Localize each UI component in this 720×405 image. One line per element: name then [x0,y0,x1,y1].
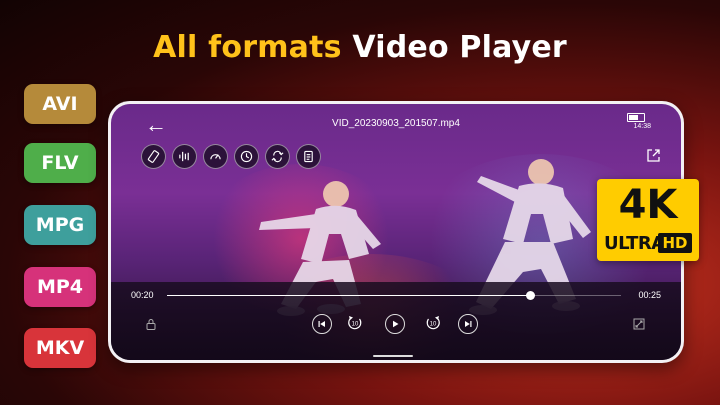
aspect-ratio-icon[interactable] [633,318,645,330]
headline-accent: All formats [153,30,342,65]
format-badge-mkv: MKV [24,328,96,368]
total-duration: 00:25 [638,290,661,300]
player-tool-row [141,144,321,169]
repeat-icon[interactable] [265,144,290,169]
previous-button[interactable] [312,314,332,334]
skip-previous-icon [318,321,325,327]
screen-rotate-icon[interactable] [141,144,166,169]
speed-icon[interactable] [203,144,228,169]
format-badge-avi: AVI [24,84,96,124]
player-controls: 00:20 00:25 10 10 [111,282,681,360]
seek-progress [167,295,531,296]
status-clock: 14:38 [633,123,651,130]
seek-bar[interactable] [167,291,621,300]
svg-text:10: 10 [352,322,359,328]
sleep-timer-icon[interactable] [234,144,259,169]
lock-icon[interactable] [145,318,157,330]
hd-label: HD [658,233,692,253]
player-top-bar: ← VID_20230903_201507.mp4 14:38 [111,104,681,144]
format-badge-mpg: MPG [24,205,96,245]
4k-label: 4K [618,182,678,228]
svg-text:10: 10 [430,322,437,328]
format-badge-flv: FLV [24,143,96,183]
ultra-label: ULTRA [604,233,665,254]
format-badge-mp4: MP4 [24,267,96,307]
popout-window-icon[interactable] [646,148,661,163]
4k-ultra-hd-badge: 4K ULTRA HD [597,179,699,261]
seek-thumb[interactable] [526,291,536,300]
play-button[interactable] [385,314,405,334]
subtitle-icon[interactable] [296,144,321,169]
battery-icon [627,113,645,122]
video-screen[interactable]: ← VID_20230903_201507.mp4 14:38 00:20 00… [111,104,681,360]
next-button[interactable] [458,314,478,334]
skip-next-icon [465,321,472,327]
rewind-button[interactable]: 10 [346,314,364,332]
equalizer-icon[interactable] [172,144,197,169]
play-icon [393,320,399,328]
headline-rest: Video Player [341,30,567,65]
home-indicator [373,355,413,357]
video-filename: VID_20230903_201507.mp4 [332,118,460,129]
rewind-10-icon: 10 [348,316,362,330]
headline: All formats Video Player [0,30,720,65]
forward-10-icon: 10 [426,316,440,330]
forward-button[interactable]: 10 [424,314,442,332]
elapsed-time: 00:20 [131,290,154,300]
